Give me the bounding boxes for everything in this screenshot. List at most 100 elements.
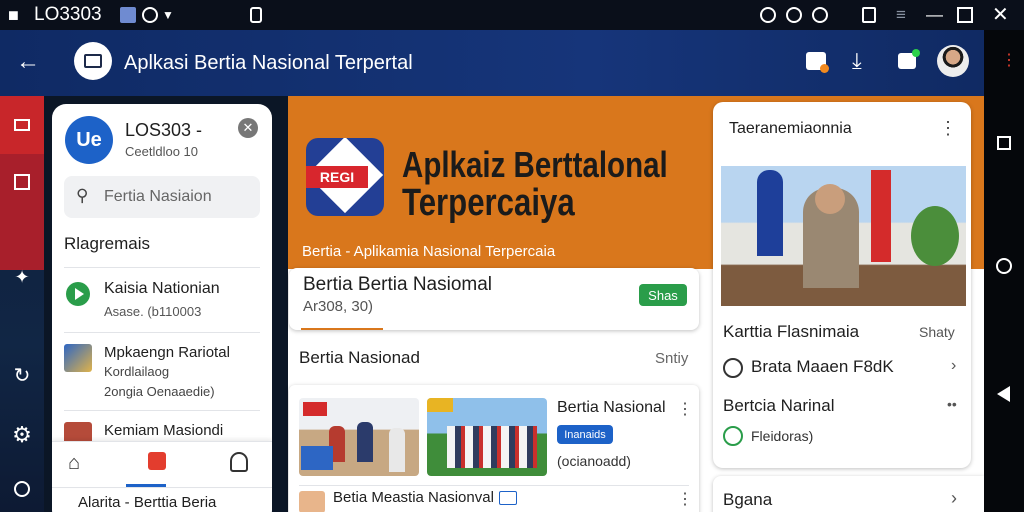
rail-item-mail[interactable] bbox=[0, 96, 44, 154]
tag-icon: ✦ bbox=[14, 266, 30, 287]
person-icon[interactable] bbox=[230, 452, 248, 472]
drawer-footer: Alarita - Berttia Beria bbox=[78, 494, 217, 511]
back-nav-icon[interactable] bbox=[997, 386, 1010, 402]
drawer-divider-3 bbox=[64, 410, 260, 411]
search-icon: ⚲ bbox=[76, 186, 89, 205]
lo-icon: ■ bbox=[8, 5, 19, 25]
app-title: Aplkasi Bertia Nasional Terpertal bbox=[124, 52, 413, 74]
close-drawer-icon[interactable]: ✕ bbox=[238, 118, 258, 138]
side-row3-title: Bertcia Narinal bbox=[723, 396, 835, 415]
drawer-item-1-subtitle: Asase. (b110003 bbox=[104, 304, 202, 319]
drawer-divider-2 bbox=[64, 332, 260, 333]
drawer-divider-1 bbox=[64, 267, 260, 268]
more-icon[interactable]: ⋮ bbox=[1001, 50, 1017, 70]
drawer-item-2-meta: 2ongia Oenaaedie) bbox=[104, 384, 215, 399]
search-field[interactable]: ⚲ Fertia Nasiaion bbox=[64, 176, 260, 218]
battery-icon bbox=[862, 7, 876, 23]
feature-card-indicator bbox=[301, 328, 383, 330]
search-placeholder: Fertia Nasiaion bbox=[104, 188, 212, 205]
news-card-meta: (ocianoadd) bbox=[557, 453, 631, 469]
home-icon[interactable]: ⌂ bbox=[68, 452, 80, 475]
section-title: Bertia Nasionad bbox=[299, 348, 420, 367]
rail-item-replay[interactable]: ↻ bbox=[0, 346, 44, 404]
back-arrow-icon[interactable]: ← bbox=[16, 48, 40, 76]
drawer-divider-4 bbox=[52, 487, 272, 488]
news-footer-badge-icon bbox=[499, 491, 517, 505]
camera-icon[interactable] bbox=[806, 52, 829, 73]
hero-logo-text: REGI bbox=[306, 166, 368, 188]
app-bar: ← Aplkasi Bertia Nasional Terpertal ⤓ bbox=[0, 30, 984, 96]
circle-icon bbox=[14, 481, 30, 497]
side-row2-chevron-icon[interactable]: › bbox=[951, 357, 956, 375]
news-thumb-icon bbox=[299, 491, 325, 512]
maximize-icon[interactable] bbox=[957, 7, 973, 23]
drawer-item-1-title: Kaisia Nationian bbox=[104, 280, 220, 297]
news-card-title: Bertia Nasional bbox=[557, 399, 666, 416]
account-avatar: Ue bbox=[65, 116, 113, 164]
feature-card-title: Bertia Bertia Nasiomal bbox=[303, 274, 493, 295]
hero-title-line1: Aplkaiz Berttalonal bbox=[402, 144, 668, 185]
news-divider bbox=[299, 485, 689, 486]
side-row4-title: Bgana bbox=[723, 490, 773, 509]
side-row3-sub: Fleidoras) bbox=[751, 428, 814, 444]
system-nav: ⋮ bbox=[984, 30, 1024, 512]
clock-icon bbox=[812, 7, 828, 23]
app-logo-icon bbox=[74, 42, 112, 80]
news-image-1 bbox=[299, 398, 419, 476]
alarm-icon bbox=[760, 7, 776, 23]
close-icon[interactable]: ✕ bbox=[992, 5, 1009, 25]
news-footer-more-icon[interactable]: ⋮ bbox=[677, 489, 693, 509]
side-row3-more-icon[interactable]: •• bbox=[947, 396, 957, 412]
feature-card[interactable]: Bertia Bertia Nasiomal Ar308, 30) Shas bbox=[289, 268, 699, 330]
record-icon bbox=[142, 7, 158, 23]
chevron-down-icon[interactable]: ▼ bbox=[162, 5, 174, 25]
item-thumb-icon bbox=[64, 344, 92, 372]
news-footer-title: Betia Meastia Nasionval bbox=[333, 489, 494, 506]
drawer: Ue LOS303 - Ceetldloo 10 ✕ ⚲ Fertia Nasi… bbox=[52, 104, 272, 512]
message-icon[interactable] bbox=[898, 49, 920, 69]
news-image-2 bbox=[427, 398, 547, 476]
account-subtitle: Ceetldloo 10 bbox=[125, 144, 198, 159]
download-icon[interactable]: ⤓ bbox=[852, 48, 862, 74]
side-more-icon[interactable]: ⋮ bbox=[939, 118, 957, 139]
drawer-item-2-title: Mpkaengn Rariotal bbox=[104, 344, 230, 361]
drawer-item-2-subtitle: Kordlailaog bbox=[104, 364, 170, 379]
news-card-badge[interactable]: Inanaids bbox=[557, 425, 613, 444]
status-bar: ■ LO3303 ▼ ≡ — ✕ bbox=[0, 0, 1024, 30]
feature-card-badge[interactable]: Shas bbox=[639, 284, 687, 306]
side-row4[interactable]: Bgana › bbox=[713, 476, 984, 512]
side-row3-status-icon bbox=[723, 426, 743, 446]
rail-item-circle[interactable] bbox=[0, 460, 44, 512]
rail-item-tag[interactable]: ✦ bbox=[0, 248, 44, 306]
menu-icon[interactable]: ≡ bbox=[896, 5, 906, 25]
hero-caption: Bertia - Aplikamia Nasional Terpercaia bbox=[302, 243, 556, 260]
account-name: LOS303 - bbox=[125, 120, 203, 140]
drawer-section-label: Rlagremais bbox=[64, 234, 150, 253]
bottom-tab-bar: ⌂ bbox=[52, 441, 272, 487]
carrier-label: LO3303 bbox=[34, 4, 102, 25]
rail-item-settings[interactable]: ⚙ bbox=[0, 406, 44, 464]
news-card[interactable]: Bertia Nasional ⋮ Inanaids (ocianoadd) B… bbox=[289, 385, 699, 512]
minimize-icon[interactable]: — bbox=[926, 5, 943, 25]
hero-title-line2: Terpercaiya bbox=[402, 182, 575, 224]
side-row2-icon bbox=[723, 358, 743, 378]
drawer-item-1[interactable]: Kaisia Nationian Asase. (b110003 bbox=[52, 274, 272, 332]
side-row4-chevron-icon[interactable]: › bbox=[951, 488, 957, 509]
drawer-item-3-title: Kemiam Masiondi bbox=[104, 422, 224, 439]
side-row1-title: Karttia Flasnimaia bbox=[723, 322, 860, 341]
home-nav-icon[interactable] bbox=[996, 258, 1012, 274]
side-row1-action[interactable]: Shaty bbox=[919, 324, 955, 340]
mail-icon bbox=[14, 119, 30, 131]
news-more-icon[interactable]: ⋮ bbox=[677, 399, 693, 419]
avatar[interactable] bbox=[937, 45, 969, 77]
nav-rail: ✦ ↻ ⚙ bbox=[0, 96, 44, 512]
tag-icon[interactable] bbox=[148, 452, 166, 470]
edit-icon bbox=[14, 174, 30, 190]
recents-icon[interactable] bbox=[997, 136, 1011, 150]
side-row2-title[interactable]: Brata Maaen F8dK bbox=[751, 357, 894, 377]
drawer-item-2[interactable]: Mpkaengn Rariotal Kordlailaog 2ongia Oen… bbox=[52, 340, 272, 410]
side-panel-header: Taeranemiaonnia bbox=[729, 120, 852, 137]
section-action[interactable]: Sntiy bbox=[655, 350, 688, 367]
image-icon bbox=[120, 7, 136, 23]
hero-logo-icon: REGI bbox=[306, 138, 384, 216]
